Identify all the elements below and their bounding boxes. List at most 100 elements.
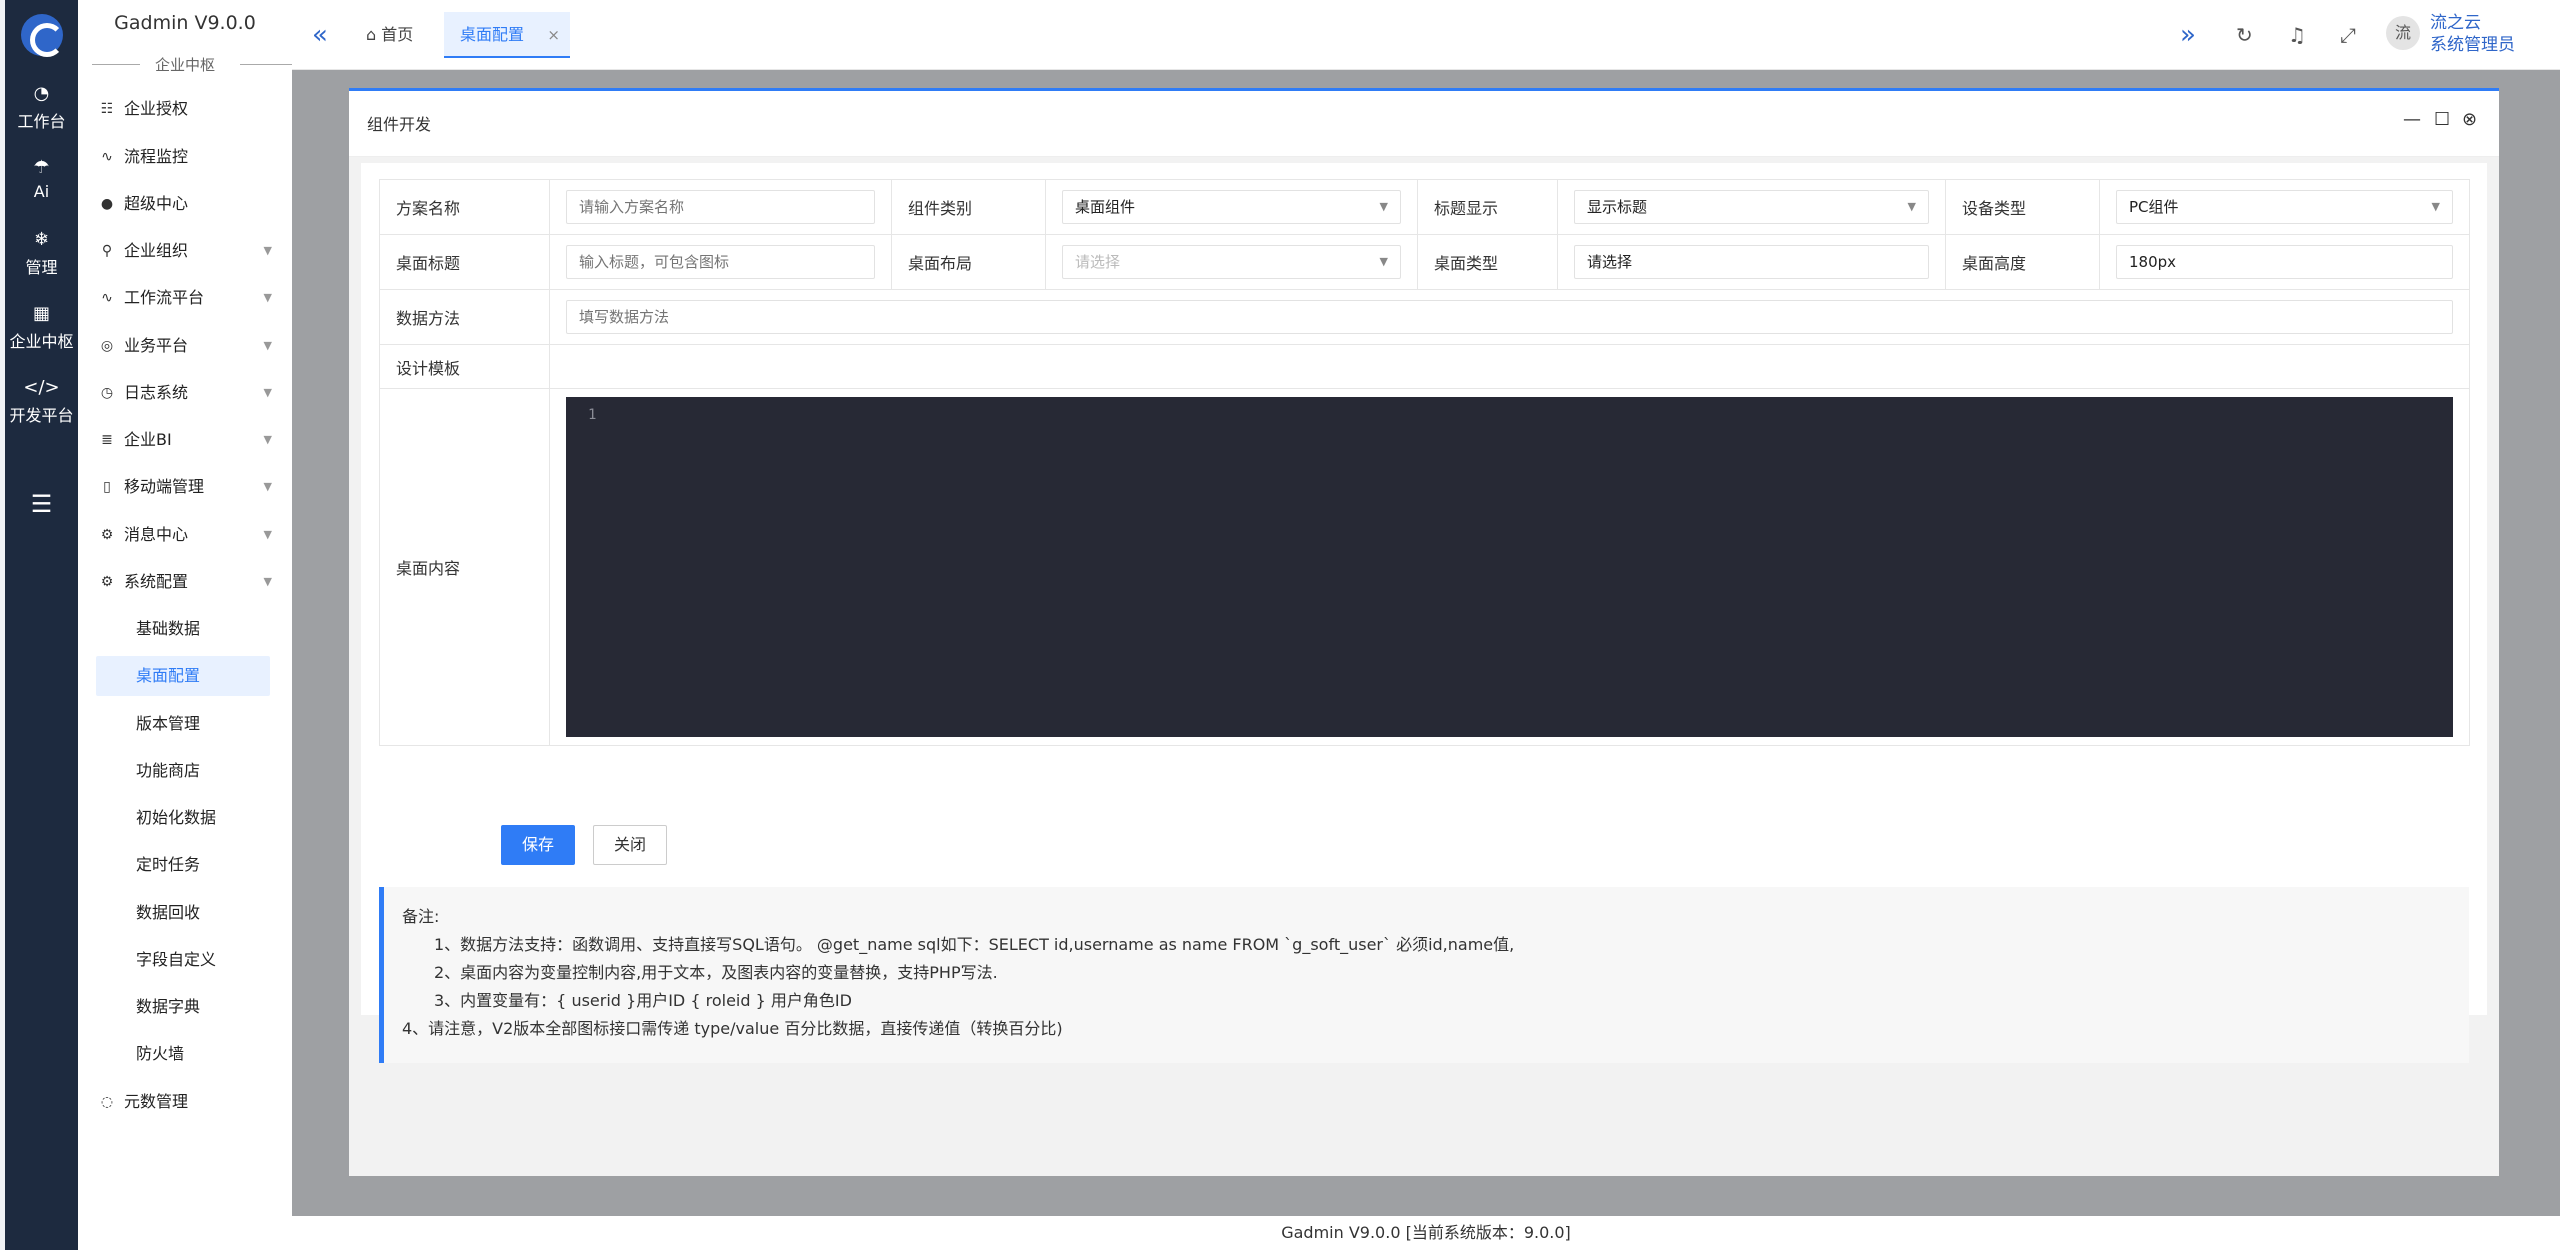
notes-line: 2、桌面内容为变量控制内容,用于文本，及图表内容的变量替换，支持PHP写法. [434,963,998,982]
brand-title: Gadmin V9.0.0 [114,12,256,34]
close-icon[interactable]: × [547,12,560,58]
tab-desktop-config[interactable]: 桌面配置 × [444,12,570,58]
desk-title-label: 桌面标题 [379,234,550,290]
sidebar-item-workflow-platform[interactable]: ∿ 工作流平台 ▼ [78,278,292,318]
sidebar-item-system-config[interactable]: ⚙ 系统配置 ▼ [78,562,292,602]
pulse-icon: ∿ [101,290,113,306]
desk-layout-select[interactable]: 请选择 ▼ [1062,245,1401,279]
rail-item-workbench[interactable]: ◔ 工作台 [5,84,78,132]
chevron-down-icon: ▼ [263,291,272,304]
save-button[interactable]: 保存 [501,825,576,865]
sidebar: Gadmin V9.0.0 企业中枢 ☷ 企业授权 ∿ 流程监控 ● 超级中心 … [78,0,292,1250]
gear-icon: ⚙ [100,574,114,590]
component-type-select[interactable]: 桌面组件 ▼ [1062,190,1401,224]
sidebar-subitem-feature-store[interactable]: 功能商店 [96,751,270,791]
rail-item-ai[interactable]: ☂ Ai [5,158,78,202]
sidebar-item-super-center[interactable]: ● 超级中心 [78,184,292,224]
snowflake-icon: ❄ [33,229,50,250]
fire-icon: ● [100,196,114,212]
chevron-down-icon: ▼ [1379,255,1388,268]
maximize-icon[interactable]: ☐ [2434,107,2450,133]
sidebar-subitem-data-dictionary[interactable]: 数据字典 [96,987,270,1027]
notes-line: 3、内置变量有：{ userid }用户ID { roleid } 用户角色ID [434,991,852,1010]
sidebar-subitem-init-data[interactable]: 初始化数据 [96,798,270,838]
chevron-down-icon: ▼ [1907,200,1916,213]
gear-icon: ⚙ [100,527,114,543]
notes-line: 4、请注意，V2版本全部图标接口需传递 type/value 百分比数据，直接传… [402,1019,1063,1038]
rail-item-dev-platform[interactable]: </> 开发平台 [5,378,78,426]
device-type-select[interactable]: PC组件 ▼ [2116,190,2453,224]
desk-height-label: 桌面高度 [1945,234,2100,290]
sidebar-subitem-version-management[interactable]: 版本管理 [96,704,270,744]
design-template-label: 设计模板 [379,344,550,389]
rail-item-manage[interactable]: ❄ 管理 [5,230,78,278]
component-type-label: 组件类别 [891,179,1046,235]
component-form: 方案名称 组件类别 桌面组件▼ 标题显示 显示标题▼ 设备类型 PC组件▼ 桌面… [379,179,2470,746]
component-dev-modal: 组件开发 — ☐ ⊗ 方案名称 组件类别 桌面组件▼ 标题显示 显示标题▼ 设备… [349,88,2499,1176]
sidebar-item-process-monitor[interactable]: ∿ 流程监控 [78,137,292,177]
user-role: 系统管理员 [2430,35,2515,55]
notes-line: 1、数据方法支持：函数调用、支持直接写SQL语句。 @get_name sql如… [434,935,1515,954]
modal-header: 组件开发 — ☐ ⊗ [349,91,2499,157]
sidebar-subitem-firewall[interactable]: 防火墙 [96,1034,270,1074]
sidebar-item-organization[interactable]: ⚲ 企业组织 ▼ [78,231,292,271]
pulse-icon: ∿ [101,149,113,165]
code-editor[interactable]: 1 [566,397,2453,737]
desk-height-input[interactable]: 180px [2116,245,2453,279]
sidebar-item-enterprise-auth[interactable]: ☷ 企业授权 [78,89,292,129]
apps-icon: ▦ [32,303,50,324]
sidebar-subitem-data-recycle[interactable]: 数据回收 [96,893,270,933]
sidebar-subitem-desktop-config[interactable]: 桌面配置 [96,656,270,696]
fullscreen-icon[interactable]: ⤢ [2340,20,2356,50]
home-icon: ⌂ [366,25,377,44]
sidebar-subitem-custom-fields[interactable]: 字段自定义 [96,940,270,980]
chevron-down-icon: ▼ [263,480,272,493]
sidebar-item-enterprise-bi[interactable]: ≣ 企业BI ▼ [78,420,292,460]
avatar[interactable]: 流 [2386,16,2420,50]
form-panel: 方案名称 组件类别 桌面组件▼ 标题显示 显示标题▼ 设备类型 PC组件▼ 桌面… [361,163,2487,1063]
double-chevron-left-icon[interactable]: « [312,20,328,50]
desk-title-input[interactable] [566,245,875,279]
sidebar-item-message-center[interactable]: ⚙ 消息中心 ▼ [78,515,292,555]
tab-home[interactable]: ⌂ 首页 [366,12,413,58]
data-method-label: 数据方法 [379,289,550,345]
logo-icon [21,14,64,57]
close-circle-icon[interactable]: ⊗ [2462,107,2477,133]
sidebar-item-mobile-management[interactable]: ▯ 移动端管理 ▼ [78,467,292,507]
sidebar-item-business-platform[interactable]: ◎ 业务平台 ▼ [78,326,292,366]
mobile-icon: ▯ [103,479,111,495]
chevron-down-icon: ▼ [263,575,272,588]
chevron-down-icon: ▼ [263,339,272,352]
modal-title: 组件开发 [367,115,432,134]
sidebar-item-log-system[interactable]: ◷ 日志系统 ▼ [78,373,292,413]
top-header: « ⌂ 首页 桌面配置 × » ↻ ♫ ⤢ 流 流之云 系统管理员 [292,0,2560,70]
sidebar-item-meta-management[interactable]: ◌ 元数管理 [78,1082,292,1122]
title-display-select[interactable]: 显示标题 ▼ [1574,190,1929,224]
chevron-down-icon: ▼ [263,433,272,446]
code-icon: </> [23,377,60,398]
bell-icon[interactable]: ♫ [2288,20,2306,50]
clock-icon: ◷ [100,385,114,401]
rail-item-enterprise-hub[interactable]: ▦ 企业中枢 [5,304,78,352]
chevron-down-icon: ▼ [2431,200,2440,213]
menu-fold-icon[interactable]: ☰ [5,490,78,518]
sidebar-subitem-basic-data[interactable]: 基础数据 [96,609,270,649]
close-button[interactable]: 关闭 [593,825,668,865]
double-chevron-right-icon[interactable]: » [2180,20,2196,50]
device-type-label: 设备类型 [1945,179,2100,235]
minimize-icon[interactable]: — [2403,107,2421,133]
desk-type-select[interactable]: 请选择 [1574,245,1929,279]
editor-line-number: 1 [588,407,597,423]
user-name[interactable]: 流之云 [2430,12,2481,34]
refresh-icon[interactable]: ↻ [2236,20,2253,50]
chevron-down-icon: ▼ [1379,200,1388,213]
sidebar-subitem-scheduled-tasks[interactable]: 定时任务 [96,845,270,885]
desk-layout-label: 桌面布局 [891,234,1046,290]
scheme-name-input[interactable] [566,190,875,224]
design-template-cell[interactable] [549,344,2470,389]
user-icon: ⚲ [101,243,113,259]
desk-content-label: 桌面内容 [379,388,550,746]
chevron-down-icon: ▼ [263,244,272,257]
data-method-input[interactable] [566,300,2453,334]
layers-icon: ≣ [101,432,113,448]
